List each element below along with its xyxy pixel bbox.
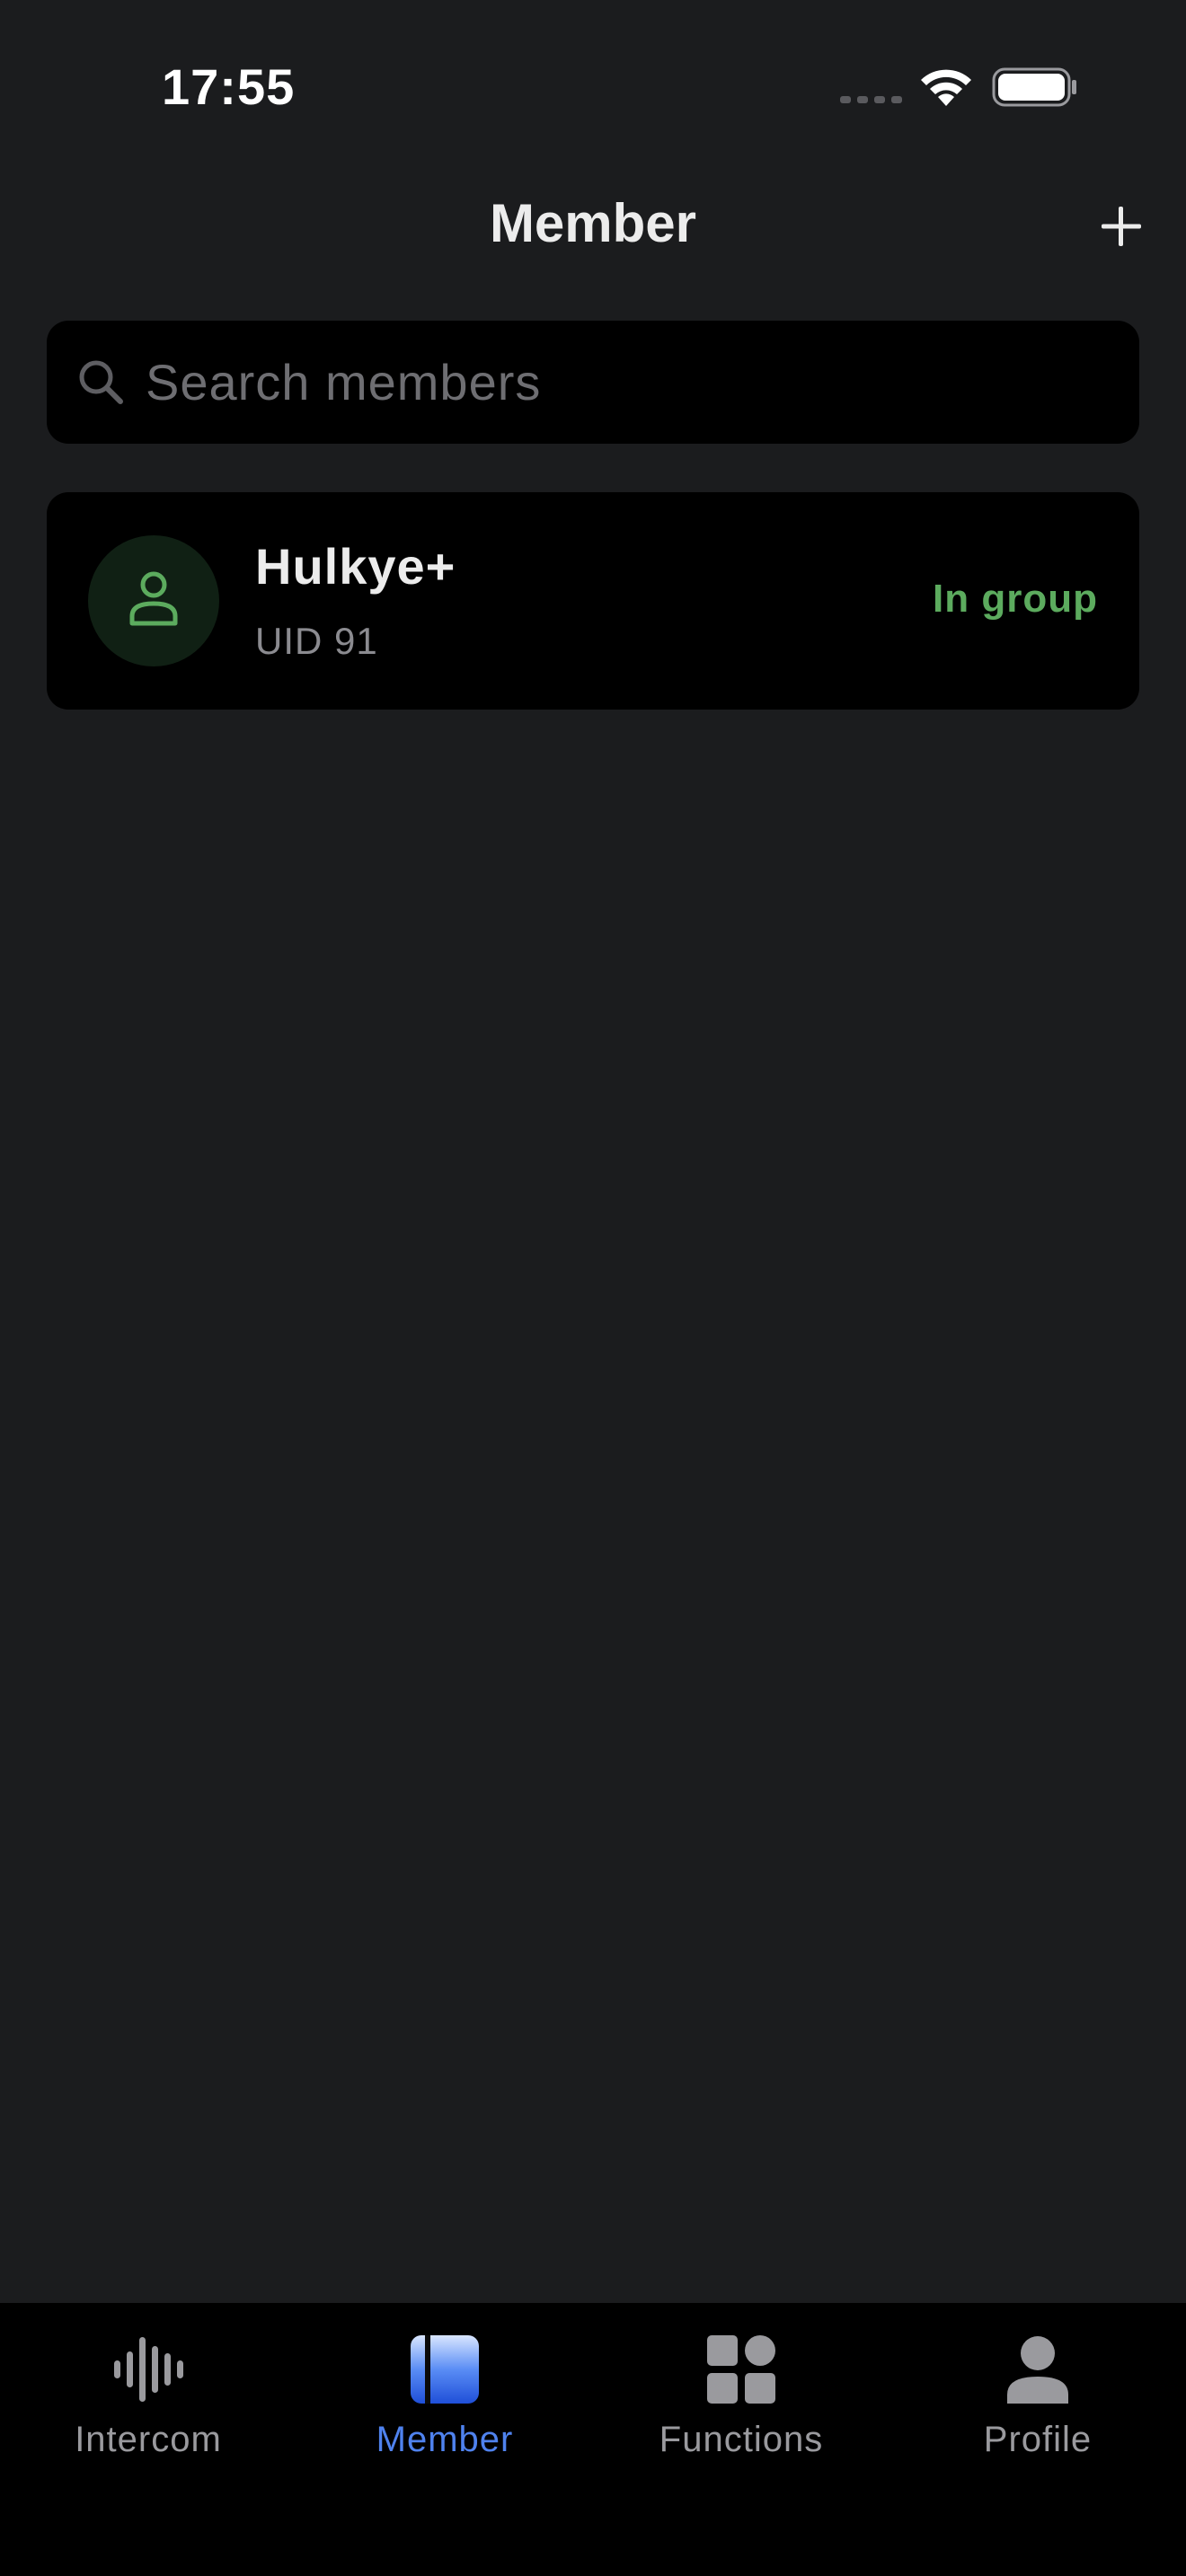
member-name: Hulkye+ xyxy=(255,538,456,595)
tab-member[interactable]: Member xyxy=(296,2303,593,2501)
search-icon xyxy=(79,360,123,404)
cellular-signal-icon xyxy=(840,96,902,103)
search-input[interactable] xyxy=(146,321,1116,444)
tab-label: Member xyxy=(376,2420,514,2459)
member-uid: UID 91 xyxy=(255,620,378,662)
tab-bar: Intercom Member Functions Profile xyxy=(0,2303,1186,2576)
tab-functions[interactable]: Functions xyxy=(593,2303,890,2501)
plus-icon xyxy=(1102,207,1141,246)
member-list-item[interactable]: Hulkye+ UID 91 In group xyxy=(47,492,1139,710)
waveform-icon xyxy=(114,2337,183,2402)
wifi-icon xyxy=(921,69,971,106)
member-screen: 17:55 Member Search members Hulkye+ UID … xyxy=(0,0,1186,2576)
status-time: 17:55 xyxy=(162,58,296,115)
tab-profile[interactable]: Profile xyxy=(890,2303,1186,2501)
tab-label: Profile xyxy=(983,2420,1093,2459)
page-title: Member xyxy=(489,193,697,253)
tab-intercom[interactable]: Intercom xyxy=(0,2303,296,2501)
avatar xyxy=(88,535,219,666)
add-member-button[interactable] xyxy=(1096,201,1146,251)
grid-icon xyxy=(707,2335,775,2404)
member-book-icon xyxy=(411,2335,479,2404)
search-bar[interactable] xyxy=(47,321,1139,444)
battery-icon xyxy=(992,67,1076,107)
status-bar: 17:55 xyxy=(0,0,1186,162)
person-icon xyxy=(129,571,178,626)
tab-label: Intercom xyxy=(75,2420,222,2459)
member-status-badge: In group xyxy=(933,577,1098,621)
person-icon xyxy=(1007,2336,1068,2404)
tab-label: Functions xyxy=(659,2420,824,2459)
